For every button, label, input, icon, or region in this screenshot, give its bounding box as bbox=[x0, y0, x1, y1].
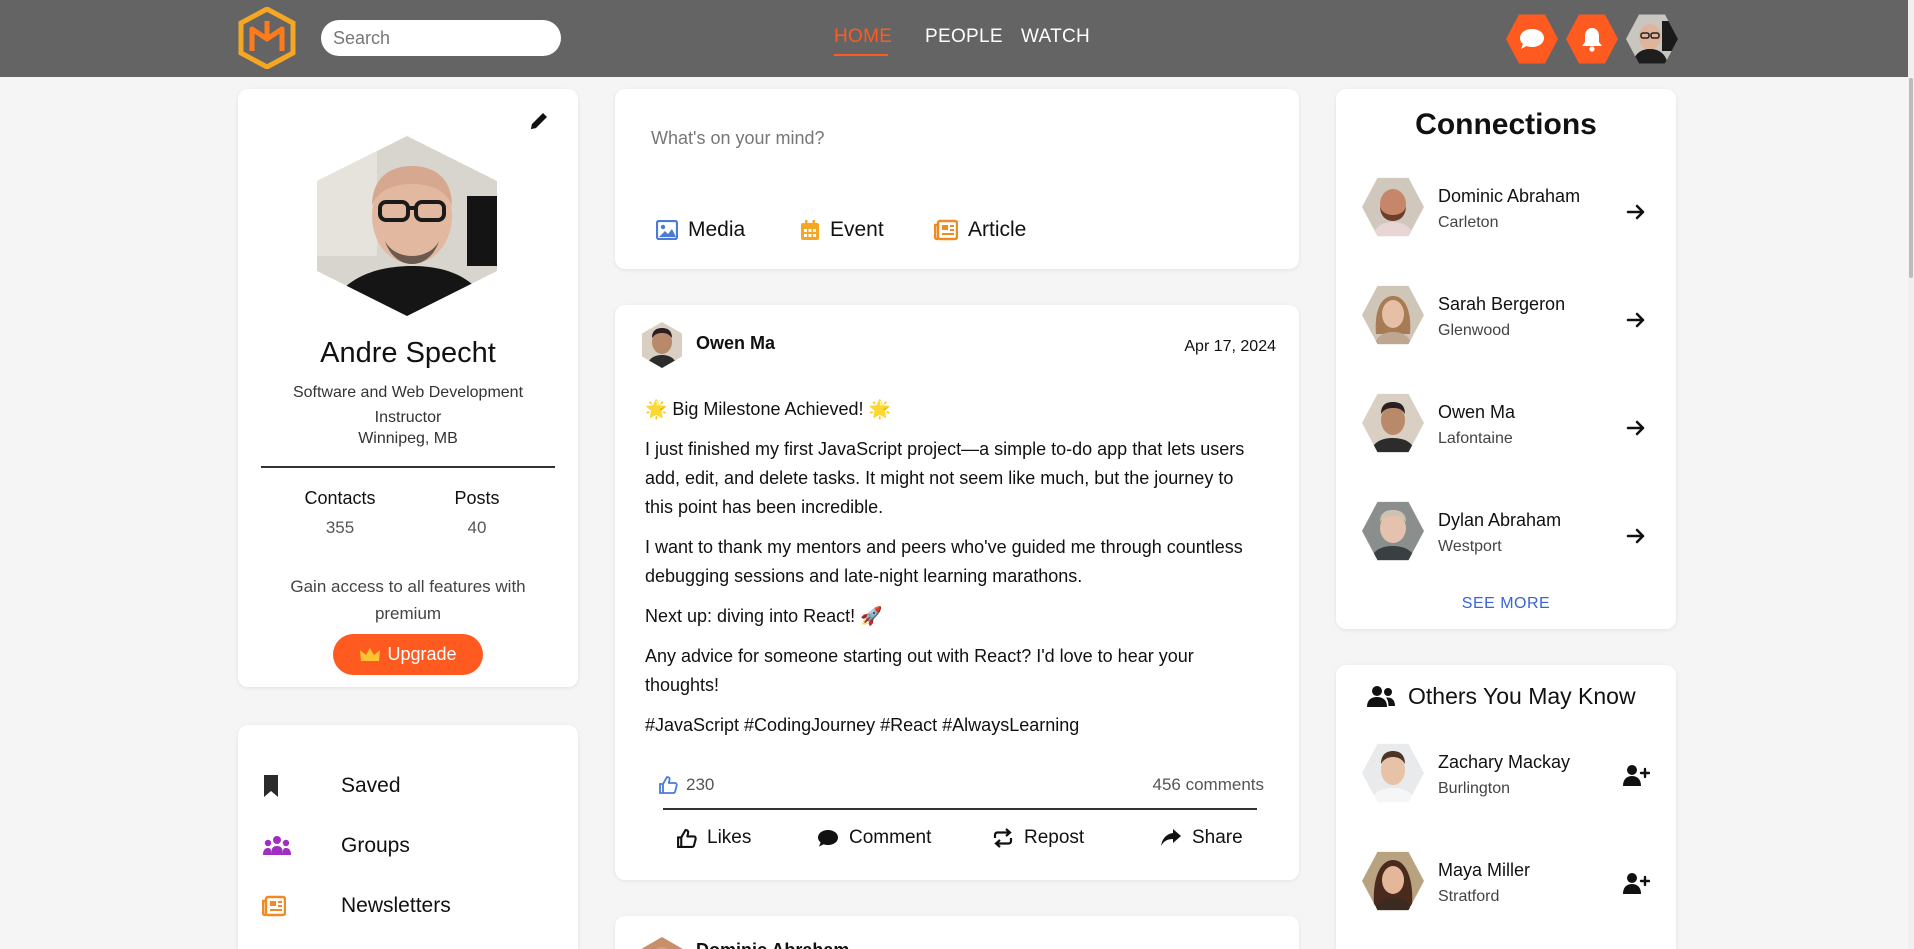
connection-location: Lafontaine bbox=[1438, 430, 1513, 447]
comment-button[interactable]: Comment bbox=[817, 827, 931, 849]
add-friend-icon[interactable] bbox=[1622, 764, 1650, 788]
media-button[interactable]: Media bbox=[656, 218, 745, 242]
connections-title: Connections bbox=[1415, 108, 1597, 141]
post-paragraph: Any advice for someone starting out with… bbox=[645, 646, 1194, 695]
pencil-icon[interactable] bbox=[528, 110, 550, 132]
suggestion-location: Stratford bbox=[1438, 888, 1500, 905]
logo-icon[interactable] bbox=[238, 7, 296, 69]
composer-card bbox=[615, 89, 1299, 269]
connection-name[interactable]: Dylan Abraham bbox=[1438, 510, 1561, 531]
post-paragraph: 🌟 Big Milestone Achieved! 🌟 bbox=[645, 399, 891, 419]
article-button[interactable]: Article bbox=[934, 218, 1026, 242]
stat-posts-value[interactable]: 40 bbox=[427, 518, 527, 538]
share-label: Share bbox=[1192, 827, 1243, 848]
event-button[interactable]: Event bbox=[800, 218, 884, 242]
connection-location: Glenwood bbox=[1438, 322, 1511, 339]
see-more-link[interactable]: SEE MORE bbox=[1336, 595, 1676, 613]
nav-watch[interactable]: WATCH bbox=[1021, 26, 1090, 48]
arrow-right-icon[interactable] bbox=[1624, 200, 1648, 224]
divider bbox=[261, 466, 555, 468]
repost-label: Repost bbox=[1024, 827, 1085, 848]
arrow-right-icon[interactable] bbox=[1624, 308, 1648, 332]
upgrade-label: Upgrade bbox=[387, 644, 457, 664]
menu-label-newsletters: Newsletters bbox=[341, 894, 451, 917]
suggestion-name[interactable]: Maya Miller bbox=[1438, 860, 1530, 881]
bookmark-icon bbox=[262, 773, 296, 799]
media-label: Media bbox=[688, 218, 746, 241]
thumbs-up-icon bbox=[659, 776, 678, 794]
groups-icon bbox=[262, 833, 296, 859]
menu-label-groups: Groups bbox=[341, 834, 410, 857]
chat-icon bbox=[1520, 29, 1544, 49]
thumbs-up-icon bbox=[677, 828, 697, 848]
arrow-right-icon[interactable] bbox=[1624, 524, 1648, 548]
newspaper-icon bbox=[934, 219, 958, 241]
menu-item-saved[interactable]: Saved bbox=[262, 766, 562, 806]
connection-name[interactable]: Dominic Abraham bbox=[1438, 186, 1580, 207]
stat-contacts-label: Contacts bbox=[304, 488, 376, 508]
scrollbar-thumb[interactable] bbox=[1909, 78, 1913, 278]
others-title-label: Others You May Know bbox=[1408, 683, 1636, 709]
comments-count[interactable]: 456 comments bbox=[1090, 775, 1265, 795]
menu-label-saved: Saved bbox=[341, 774, 401, 797]
comment-icon bbox=[818, 830, 838, 847]
notifications-button[interactable] bbox=[1566, 14, 1618, 64]
upgrade-button[interactable]: Upgrade bbox=[333, 634, 483, 675]
nav-people[interactable]: PEOPLE bbox=[925, 26, 1003, 48]
post-hashtags[interactable]: #JavaScript #CodingJourney #React #Alway… bbox=[645, 711, 1250, 740]
post-paragraph: I want to thank my mentors and peers who… bbox=[645, 537, 1243, 586]
post-date: Apr 17, 2024 bbox=[1184, 338, 1276, 355]
share-icon bbox=[1161, 829, 1181, 846]
repost-button[interactable]: Repost bbox=[992, 827, 1084, 849]
profile-name: Andre Specht bbox=[320, 337, 496, 369]
others-title: Others You May Know bbox=[1366, 683, 1636, 710]
like-label: Likes bbox=[707, 827, 752, 848]
arrow-right-icon[interactable] bbox=[1624, 416, 1648, 440]
crown-icon bbox=[360, 647, 381, 661]
event-label: Event bbox=[830, 218, 884, 241]
post-paragraph: Next up: diving into React! 🚀 bbox=[645, 606, 883, 626]
menu-item-groups[interactable]: Groups bbox=[262, 826, 562, 866]
users-icon bbox=[1367, 685, 1395, 707]
connection-location: Carleton bbox=[1438, 214, 1499, 231]
like-button[interactable]: Likes bbox=[676, 827, 751, 849]
post-paragraph: I just finished my first JavaScript proj… bbox=[645, 439, 1245, 517]
suggestion-location: Burlington bbox=[1438, 780, 1511, 797]
menu-item-newsletters[interactable]: Newsletters bbox=[262, 886, 562, 926]
next-post-author[interactable]: Dominic Abraham bbox=[696, 940, 849, 949]
share-button[interactable]: Share bbox=[1160, 827, 1243, 849]
messages-button[interactable] bbox=[1506, 14, 1558, 64]
connection-name[interactable]: Owen Ma bbox=[1438, 402, 1515, 423]
bell-icon bbox=[1582, 28, 1602, 52]
likes-count-value: 230 bbox=[686, 775, 715, 794]
stat-posts-label: Posts bbox=[454, 488, 500, 508]
stat-contacts-value[interactable]: 355 bbox=[290, 518, 390, 538]
calendar-icon bbox=[801, 220, 819, 240]
comment-label: Comment bbox=[849, 827, 932, 848]
newsletter-icon bbox=[262, 893, 296, 919]
connection-location: Westport bbox=[1438, 538, 1502, 555]
divider bbox=[663, 808, 1257, 810]
post-body: 🌟 Big Milestone Achieved! 🌟 I just finis… bbox=[645, 395, 1250, 751]
top-bar: HOME PEOPLE WATCH bbox=[0, 0, 1914, 77]
article-label: Article bbox=[968, 218, 1027, 241]
add-friend-icon[interactable] bbox=[1622, 872, 1650, 896]
search-input[interactable] bbox=[321, 20, 561, 56]
nav-home[interactable]: HOME bbox=[834, 26, 892, 48]
profile-location: Winnipeg, MB bbox=[358, 430, 458, 447]
repost-icon bbox=[993, 828, 1013, 848]
premium-text: Gain access to all features with premium bbox=[290, 577, 526, 623]
nav-active-indicator bbox=[834, 54, 888, 56]
profile-title: Software and Web Development Instructor bbox=[292, 384, 524, 426]
composer-input[interactable]: What's on your mind? bbox=[651, 128, 825, 149]
likes-count[interactable]: 230 bbox=[658, 775, 714, 795]
connection-name[interactable]: Sarah Bergeron bbox=[1438, 294, 1565, 315]
image-icon bbox=[656, 220, 678, 240]
user-avatar[interactable] bbox=[1626, 14, 1678, 64]
suggestion-name[interactable]: Zachary Mackay bbox=[1438, 752, 1570, 773]
post-author-name[interactable]: Owen Ma bbox=[696, 333, 775, 354]
